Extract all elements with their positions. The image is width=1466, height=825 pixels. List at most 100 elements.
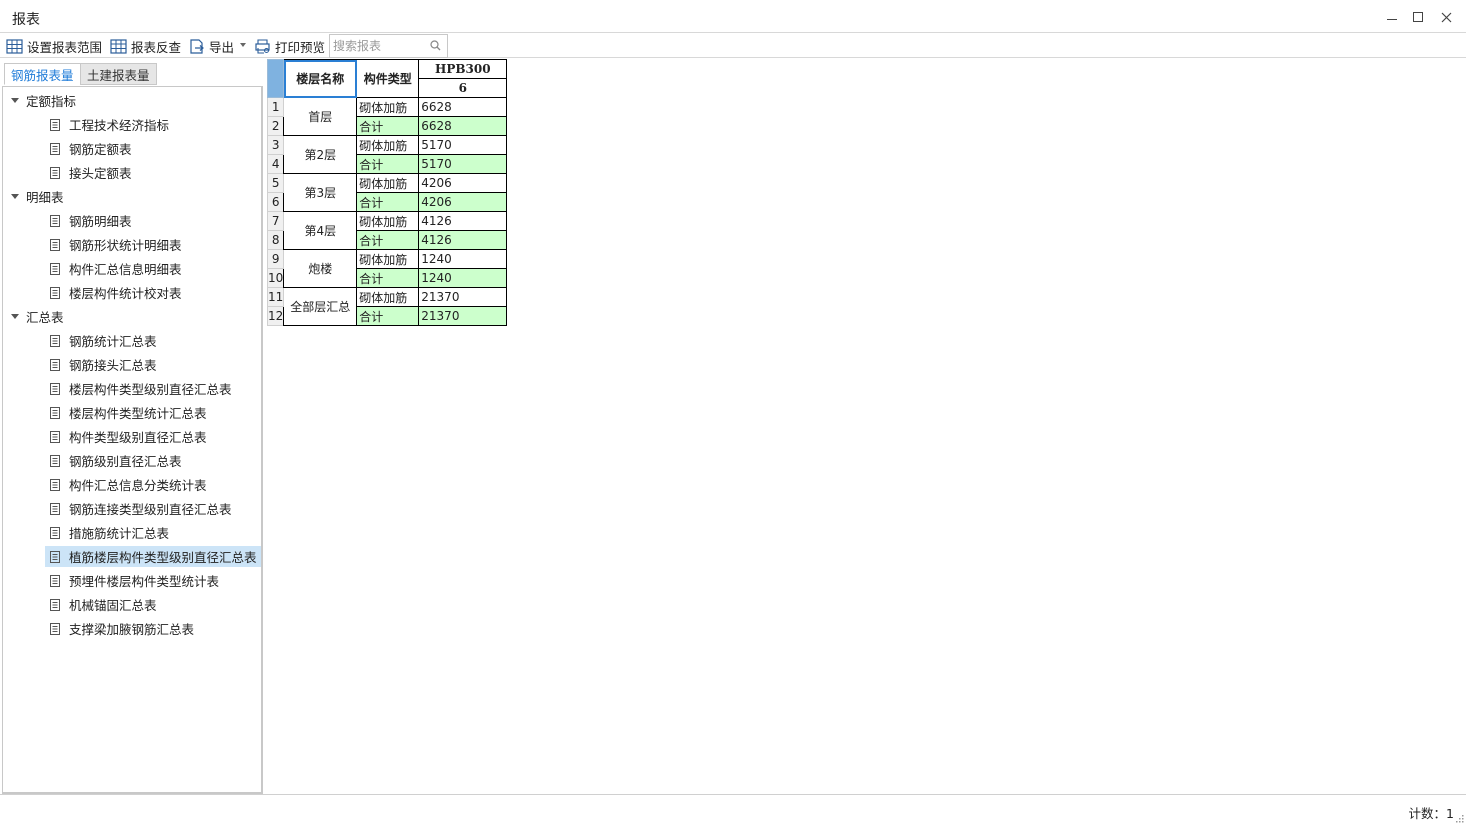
expand-caret-icon[interactable] [11, 97, 19, 103]
report-reverse-lookup-button[interactable]: 报表反查 [110, 35, 181, 57]
minimize-button[interactable] [1381, 6, 1403, 28]
report-doc-icon [49, 406, 61, 419]
tree-item[interactable]: 楼层构件类型级别直径汇总表 [45, 378, 236, 399]
search-box [329, 34, 448, 58]
header-component-type[interactable]: 构件类型 [356, 59, 420, 98]
cell-floor[interactable]: 炮楼 [283, 249, 358, 288]
cell-value[interactable]: 1240 [418, 249, 508, 269]
cell-component-type[interactable]: 砌体加筋 [356, 287, 420, 307]
report-doc-icon [49, 382, 61, 395]
tree-item[interactable]: 措施筋统计汇总表 [45, 522, 173, 543]
select-all-corner[interactable] [266, 59, 285, 98]
tree-item[interactable]: 钢筋形状统计明细表 [45, 234, 186, 255]
tree-item[interactable]: 构件汇总信息明细表 [45, 258, 186, 279]
report-doc-icon [49, 478, 61, 491]
cell-component-type[interactable]: 砌体加筋 [356, 135, 420, 155]
tree-group[interactable]: 定额指标 [11, 89, 76, 111]
tree-item[interactable]: 支撑梁加腋钢筋汇总表 [45, 618, 198, 639]
tree-item[interactable]: 构件汇总信息分类统计表 [45, 474, 211, 495]
tab-civil-report[interactable]: 土建报表量 [80, 63, 157, 85]
tree-item[interactable]: 机械锚固汇总表 [45, 594, 161, 615]
cell-value[interactable]: 4126 [418, 211, 508, 231]
cell-value[interactable]: 21370 [418, 306, 508, 326]
search-input[interactable] [330, 35, 426, 57]
report-doc-icon [49, 622, 61, 635]
tree-item[interactable]: 工程技术经济指标 [45, 114, 173, 135]
cell-component-type[interactable]: 砌体加筋 [356, 211, 420, 231]
print-preview-button[interactable]: 打印预览 [254, 35, 325, 57]
cell-floor[interactable]: 首层 [283, 97, 358, 136]
header-diameter[interactable]: 6 [418, 78, 508, 98]
cell-component-type[interactable]: 砌体加筋 [356, 97, 420, 117]
tree-item[interactable]: 预埋件楼层构件类型统计表 [45, 570, 223, 591]
cell-value[interactable]: 5170 [418, 154, 508, 174]
cell-floor[interactable]: 第4层 [283, 211, 358, 250]
maximize-button[interactable] [1407, 6, 1429, 28]
tree-group[interactable]: 明细表 [11, 185, 64, 207]
row-number[interactable]: 5 [266, 173, 285, 193]
table-row: 9 炮楼 砌体加筋 1240 [266, 249, 508, 288]
cell-component-type[interactable]: 砌体加筋 [356, 249, 420, 269]
tree-item[interactable]: 植筋楼层构件类型级别直径汇总表 [45, 546, 261, 567]
tab-rebar-report[interactable]: 钢筋报表量 [4, 63, 81, 85]
cell-value[interactable]: 5170 [418, 135, 508, 155]
tree-item[interactable]: 接头定额表 [45, 162, 136, 183]
tree-group-label: 明细表 [26, 189, 64, 205]
cell-component-type[interactable]: 合计 [356, 192, 420, 212]
cell-value[interactable]: 21370 [418, 287, 508, 307]
cell-component-type[interactable]: 砌体加筋 [356, 173, 420, 193]
cell-component-type[interactable]: 合计 [356, 230, 420, 250]
close-button[interactable] [1435, 6, 1457, 28]
cell-value[interactable]: 4206 [418, 173, 508, 193]
cell-floor[interactable]: 第3层 [283, 173, 358, 212]
row-number[interactable]: 9 [266, 249, 285, 269]
header-floor-name[interactable]: 楼层名称 [283, 59, 358, 98]
tree-item-label: 钢筋明细表 [69, 214, 132, 229]
cell-value[interactable]: 4206 [418, 192, 508, 212]
report-doc-icon [49, 214, 61, 227]
tree-item-label: 措施筋统计汇总表 [69, 526, 170, 541]
export-dropdown-icon[interactable] [240, 43, 246, 47]
search-icon[interactable] [430, 40, 441, 51]
row-number[interactable]: 8 [266, 230, 285, 250]
header-grade[interactable]: HPB300 [418, 59, 508, 79]
cell-floor[interactable]: 第2层 [283, 135, 358, 174]
tree-item[interactable]: 钢筋明细表 [45, 210, 136, 231]
row-number[interactable]: 7 [266, 211, 285, 231]
expand-caret-icon[interactable] [11, 193, 19, 199]
cell-floor[interactable]: 全部层汇总 [283, 287, 358, 326]
resize-grip-icon[interactable] [1454, 813, 1464, 823]
window-title: 报表 [12, 12, 40, 28]
cell-component-type[interactable]: 合计 [356, 154, 420, 174]
tree-item-label: 预埋件楼层构件类型统计表 [69, 574, 220, 589]
table-row: 3 第2层 砌体加筋 5170 [266, 135, 508, 174]
tree-item[interactable]: 楼层构件统计校对表 [45, 282, 186, 303]
tree-item[interactable]: 构件类型级别直径汇总表 [45, 426, 211, 447]
expand-caret-icon[interactable] [11, 313, 19, 319]
cell-value[interactable]: 6628 [418, 116, 508, 136]
cell-component-type[interactable]: 合计 [356, 306, 420, 326]
export-button[interactable]: 导出 [189, 35, 234, 57]
row-number[interactable]: 2 [266, 116, 285, 136]
row-number[interactable]: 12 [266, 306, 285, 326]
tree-item[interactable]: 钢筋定额表 [45, 138, 136, 159]
tree-item[interactable]: 钢筋级别直径汇总表 [45, 450, 186, 471]
tree-item[interactable]: 钢筋接头汇总表 [45, 354, 161, 375]
row-number[interactable]: 1 [266, 97, 285, 117]
row-number[interactable]: 3 [266, 135, 285, 155]
row-number[interactable]: 10 [266, 268, 285, 288]
cell-component-type[interactable]: 合计 [356, 116, 420, 136]
tree-item[interactable]: 楼层构件类型统计汇总表 [45, 402, 211, 423]
row-number[interactable]: 6 [266, 192, 285, 212]
cell-value[interactable]: 4126 [418, 230, 508, 250]
cell-value[interactable]: 1240 [418, 268, 508, 288]
set-report-range-button[interactable]: 设置报表范围 [6, 35, 102, 57]
row-number[interactable]: 4 [266, 154, 285, 174]
tree-item-label: 钢筋定额表 [69, 142, 132, 157]
cell-value[interactable]: 6628 [418, 97, 508, 117]
tree-group[interactable]: 汇总表 [11, 305, 64, 327]
tree-item[interactable]: 钢筋连接类型级别直径汇总表 [45, 498, 236, 519]
row-number[interactable]: 11 [266, 287, 285, 307]
tree-item[interactable]: 钢筋统计汇总表 [45, 330, 161, 351]
cell-component-type[interactable]: 合计 [356, 268, 420, 288]
